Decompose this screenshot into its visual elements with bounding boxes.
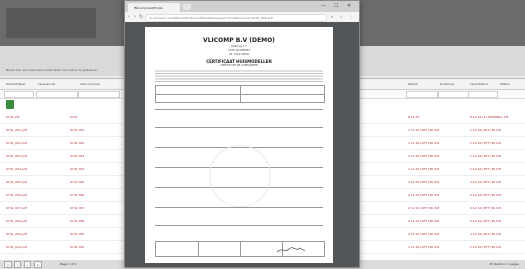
address-line: Molltoog 1 1: [231, 45, 247, 48]
file-link[interactable]: 9741_001.pdf: [6, 128, 27, 132]
new-tab-button[interactable]: [183, 4, 191, 10]
maximize-icon[interactable]: ☐: [334, 3, 338, 9]
date-cell: 2.12.16 (DTT) BL 0/8: [408, 219, 440, 223]
instructions-text: Breek hier een hele klein korte tekst ov…: [6, 68, 98, 72]
file-link[interactable]: 9741.pdf: [6, 115, 19, 119]
cert-number: 9741 006: [70, 193, 85, 197]
date-cell: 1.12.16 (DTT) BL 0/8: [408, 245, 440, 249]
status-cell: 2.12.16 (DTT) BL 0/8: [470, 232, 502, 236]
date-cell: 1.12.16 (DTT) BL 0/8: [408, 154, 440, 158]
browser-tab[interactable]: Vlicomp/Certificate ×: [128, 3, 180, 12]
address-line: Tel: 0112-00000: [228, 53, 250, 56]
first-page-button[interactable]: «: [4, 261, 12, 268]
file-link[interactable]: 9741_008.pdf: [6, 219, 27, 223]
date-cell: 1.12.16 (DTT) BL 0/8: [408, 128, 440, 132]
date-cell: 2.12.16 (DTT) BL 0/8: [408, 206, 440, 210]
col-product[interactable]: Product/Spec: [6, 82, 26, 86]
col-supplier[interactable]: Leverancier: [38, 82, 56, 86]
last-page-button[interactable]: »: [34, 261, 42, 268]
minimize-icon[interactable]: —: [321, 3, 326, 9]
cert-number: 9741 010: [70, 245, 85, 249]
tab-bar: Vlicomp/Certificate × — ☐ ✕: [125, 1, 359, 12]
pdf-browser-window: Vlicomp/Certificate × — ☐ ✕ ‹ › ↻ ec.vli…: [124, 0, 360, 268]
file-link[interactable]: 9741_002.pdf: [6, 141, 27, 145]
reload-icon[interactable]: ↻: [139, 14, 143, 20]
file-link[interactable]: 9741_005.pdf: [6, 180, 27, 184]
close-window-icon[interactable]: ✕: [347, 3, 351, 9]
cert-number: 9741 009: [70, 232, 85, 236]
cert-number: 9741 008: [70, 219, 85, 223]
status-cell: 2.12.16 (DTT) BL 0/8: [470, 193, 502, 197]
file-link[interactable]: 9741_006.pdf: [6, 193, 27, 197]
signature-image: [276, 247, 306, 253]
date-cell: 2.12.16 (DTT) BL 0/8: [408, 180, 440, 184]
page-indicator: Page 1 of 1: [60, 262, 77, 266]
date-cell: 1.12.16 (DTT) BL 0/8: [408, 167, 440, 171]
prev-page-button[interactable]: ‹: [14, 261, 22, 268]
cert-number: 9741 002: [70, 141, 85, 145]
status-cell: 1.12.16 (DTT) BL 0/8: [470, 167, 502, 171]
cert-number: 9741 001: [70, 128, 85, 132]
file-link[interactable]: 9741_009.pdf: [6, 232, 27, 236]
filter-sort[interactable]: [438, 91, 470, 98]
filter-product[interactable]: [4, 91, 34, 98]
certificate-info-table: [155, 85, 325, 103]
status-cell: 2.12.16 (DTT) BL 0/8: [470, 206, 502, 210]
date-cell: 1.12.16 (DTT) BL 0/8: [408, 141, 440, 145]
status-cell: 2.12.16 (DTT) BL 0/8: [470, 219, 502, 223]
company-name: VLICOMP B.V (DEMO): [203, 37, 275, 44]
rows-per-page: 25 items in 1 pages: [489, 262, 519, 266]
signature-table: [155, 241, 325, 257]
cert-number: 9741: [70, 115, 78, 119]
cert-number: 9741 007: [70, 206, 85, 210]
menu-icon[interactable]: ⋮: [349, 14, 353, 19]
date-cell: 2.12.16 (DTT) BL 0/8: [408, 232, 440, 236]
status-cell: 1.12.16 (DTT) BL 0/8: [470, 245, 502, 249]
search-icon[interactable]: ⌕: [331, 14, 333, 19]
file-link[interactable]: 9741_004.pdf: [6, 167, 27, 171]
url-text: ec.vlicomp.com/Pdf/certificate/certifica…: [149, 16, 273, 20]
address-line: 1234 AB GEMERT: [228, 49, 250, 52]
filter-delivery[interactable]: [468, 91, 498, 98]
col-delivery[interactable]: Leverdatum: [470, 82, 488, 86]
next-page-button[interactable]: ›: [24, 261, 32, 268]
watermark-seal: [209, 145, 271, 207]
star-icon[interactable]: ☆: [339, 14, 343, 19]
file-link[interactable]: 9741_003.pdf: [6, 154, 27, 158]
cert-number: 9741 005: [70, 180, 85, 184]
file-link[interactable]: 9741_010.pdf: [6, 245, 27, 249]
status-cell: 8.12.16 (1 LEVERING) 7/8: [470, 115, 509, 119]
cert-number: 9741 003: [70, 154, 85, 158]
status-cell: 1.12.16 (DTT) BL 0/8: [470, 128, 502, 132]
pdf-icon[interactable]: [6, 100, 14, 109]
pdf-page: VLICOMP B.V (DEMO) Molltoog 1 1 1234 AB …: [145, 27, 333, 263]
col-status[interactable]: Status: [500, 82, 510, 86]
company-logo: [6, 8, 96, 38]
certificate-body-text: [155, 69, 323, 83]
filter-cert[interactable]: [78, 91, 120, 98]
url-field[interactable]: ec.vlicomp.com/Pdf/certificate/certifica…: [145, 14, 327, 22]
date-cell: 2.12.16 (DTT) BL 0/8: [408, 193, 440, 197]
date-cell: 8.12.16: [408, 115, 420, 119]
back-icon[interactable]: ‹: [128, 14, 130, 20]
status-cell: 1.12.16 (DTT) BL 0/8: [470, 141, 502, 145]
pdf-viewer[interactable]: VLICOMP B.V (DEMO) Molltoog 1 1 1234 AB …: [125, 22, 359, 267]
close-tab-icon[interactable]: ×: [134, 5, 177, 10]
forward-icon[interactable]: ›: [134, 14, 136, 20]
status-cell: 1.12.16 (DTT) BL 0/8: [470, 154, 502, 158]
status-cell: 2.12.16 (DTT) BL 0/8: [470, 180, 502, 184]
col-sort[interactable]: Sortering: [440, 82, 454, 86]
file-link[interactable]: 9741_007.pdf: [6, 206, 27, 210]
filter-date[interactable]: [406, 91, 438, 98]
col-date[interactable]: Datum: [408, 82, 418, 86]
filter-supplier[interactable]: [36, 91, 78, 98]
cert-number: 9741 004: [70, 167, 85, 171]
certificate-subheading: CERTIFICATE DE CONFORMITE: [220, 64, 258, 67]
col-cert[interactable]: Cert nummer: [80, 82, 100, 86]
